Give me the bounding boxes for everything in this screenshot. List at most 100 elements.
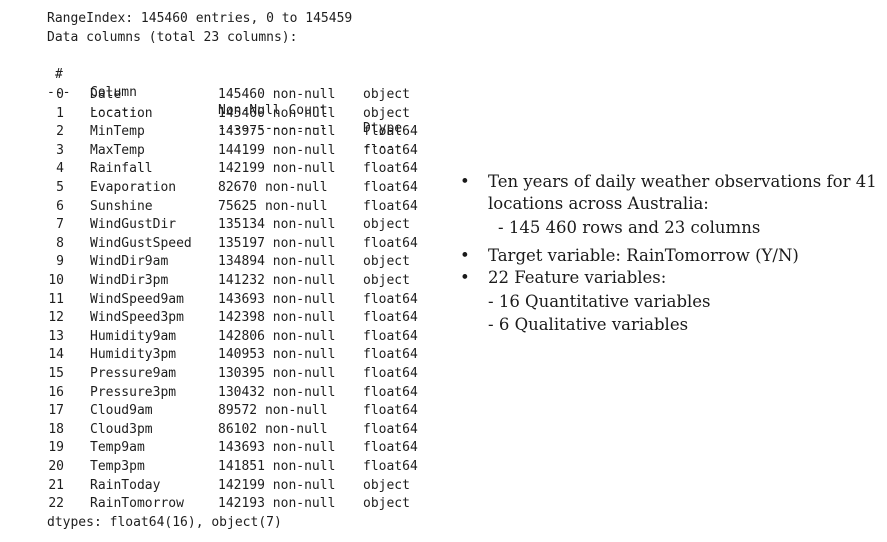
row-dtype: object	[363, 496, 410, 512]
row-non-null-count: 86102 non-null	[218, 421, 328, 437]
note-feature-variables: 22 Feature variables:	[488, 268, 667, 287]
row-index: 0	[56, 87, 64, 102]
table-row: 17 Cloud9am 89572 non-null float64	[0, 402, 460, 420]
row-non-null-count: 130432 non-null	[218, 384, 336, 400]
row-index: 6	[56, 198, 64, 214]
row-non-null-count: 143693 non-null	[218, 440, 336, 456]
row-dtype: object	[363, 273, 410, 288]
row-column-name: Cloud3pm	[90, 421, 153, 437]
row-non-null-count: 142199 non-null	[218, 477, 336, 493]
note-target-variable: Target variable: RainTomorrow (Y/N)	[488, 246, 799, 265]
row-column-name: MaxTemp	[90, 142, 145, 158]
row-dtype: object	[363, 477, 410, 493]
row-non-null-count: 135134 non-null	[218, 217, 336, 233]
table-row: 16 Pressure3pm 130432 non-null float64	[0, 384, 460, 402]
row-dtype: float64	[363, 328, 418, 344]
row-non-null-count: 135197 non-null	[218, 235, 336, 251]
row-non-null-count: 142193 non-null	[218, 496, 336, 512]
row-non-null-count: 75625 non-null	[218, 198, 328, 214]
row-column-name: WindSpeed3pm	[90, 310, 184, 326]
row-non-null-count: 130395 non-null	[218, 366, 336, 381]
row-dtype: float64	[363, 310, 418, 326]
row-column-name: MinTemp	[90, 124, 145, 140]
row-column-name: WindGustSpeed	[90, 235, 192, 251]
table-row: 6 Sunshine 75625 non-null float64	[0, 198, 460, 216]
row-column-name: Temp9am	[90, 440, 145, 456]
row-index: 16	[48, 384, 64, 400]
row-dtype: float64	[363, 347, 418, 363]
table-row: 12 WindSpeed3pm 142398 non-null float64	[0, 309, 460, 327]
row-column-name: Sunshine	[90, 198, 153, 214]
row-dtype: float64	[363, 384, 418, 400]
table-row: 19 Temp9am 143693 non-null float64	[0, 439, 460, 457]
row-column-name: Cloud9am	[90, 403, 153, 419]
row-non-null-count: 142806 non-null	[218, 328, 336, 344]
row-column-name: Pressure3pm	[90, 384, 177, 400]
table-row: 8 WindGustSpeed 135197 non-null float64	[0, 235, 460, 253]
table-row: 10 WindDir3pm 141232 non-null object	[0, 272, 460, 290]
table-row: 7 WindGustDir 135134 non-null object	[0, 216, 460, 234]
row-index: 8	[56, 235, 64, 251]
row-non-null-count: 142398 non-null	[218, 310, 336, 326]
bullet-2: •	[460, 246, 470, 265]
row-dtype: float64	[363, 142, 418, 158]
row-non-null-count: 144199 non-null	[218, 142, 336, 158]
table-row: 2 MinTemp 143975 non-null float64	[0, 123, 460, 141]
row-dtype: float64	[363, 459, 418, 474]
row-index: 12	[48, 310, 64, 326]
table-row: 14 Humidity3pm 140953 non-null float64	[0, 346, 460, 364]
column-info-table: 0 Date 145460 non-null object 1 Location 14546…	[0, 0, 460, 542]
row-column-name: RainTomorrow	[90, 496, 184, 512]
row-non-null-count: 145460 non-null	[218, 105, 336, 121]
row-column-name: WindGustDir	[90, 217, 177, 233]
row-non-null-count: 145460 non-null	[218, 87, 336, 102]
row-dtype: float64	[363, 366, 418, 381]
row-non-null-count: 143975 non-null	[218, 124, 336, 140]
table-row: 4 Rainfall 142199 non-null float64	[0, 160, 460, 178]
row-column-name: Humidity3pm	[90, 347, 177, 363]
row-column-name: Rainfall	[90, 161, 153, 177]
row-dtype: float64	[363, 161, 418, 177]
row-dtype: float64	[363, 124, 418, 140]
row-dtype: float64	[363, 291, 418, 307]
row-index: 7	[56, 217, 64, 233]
row-dtype: object	[363, 217, 410, 233]
note-observations-line1: Ten years of daily weather observations …	[488, 172, 877, 191]
bullet-3: •	[460, 268, 470, 287]
row-index: 15	[48, 366, 64, 381]
note-qualitative: - 6 Qualitative variables	[488, 315, 689, 334]
table-row: 1 Location 145460 non-null object	[0, 105, 460, 123]
row-column-name: Temp3pm	[90, 459, 145, 474]
bullet-1: •	[460, 172, 470, 191]
table-row: 9 WindDir9am 134894 non-null object	[0, 253, 460, 271]
table-row: 18 Cloud3pm 86102 non-null float64	[0, 421, 460, 439]
table-row: 15 Pressure9am 130395 non-null float64	[0, 365, 460, 383]
row-dtype: float64	[363, 198, 418, 214]
table-row: 13 Humidity9am 142806 non-null float64	[0, 328, 460, 346]
note-quantitative: - 16 Quantitative variables	[488, 292, 711, 311]
row-column-name: WindSpeed9am	[90, 291, 184, 307]
note-observations-line2: locations across Australia:	[488, 194, 709, 213]
table-row: 0 Date 145460 non-null object	[0, 86, 460, 104]
row-non-null-count: 141851 non-null	[218, 459, 336, 474]
row-non-null-count: 141232 non-null	[218, 273, 336, 288]
row-non-null-count: 134894 non-null	[218, 254, 336, 270]
table-row: 3 MaxTemp 144199 non-null float64	[0, 142, 460, 160]
row-index: 1	[56, 105, 64, 121]
row-index: 18	[48, 421, 64, 437]
row-index: 14	[48, 347, 64, 363]
row-index: 19	[48, 440, 64, 456]
row-column-name: Location	[90, 105, 153, 121]
row-column-name: WindDir3pm	[90, 273, 169, 288]
row-non-null-count: 140953 non-null	[218, 347, 336, 363]
row-index: 17	[48, 403, 64, 419]
row-index: 5	[56, 180, 64, 195]
table-row: 20 Temp3pm 141851 non-null float64	[0, 458, 460, 476]
row-index: 21	[48, 477, 64, 493]
row-non-null-count: 89572 non-null	[218, 403, 328, 419]
row-column-name: Date	[90, 87, 122, 102]
row-index: 20	[48, 459, 64, 474]
table-row: 5 Evaporation 82670 non-null float64	[0, 179, 460, 197]
table-row: 22 RainTomorrow 142193 non-null object	[0, 495, 460, 513]
row-dtype: float64	[363, 235, 418, 251]
